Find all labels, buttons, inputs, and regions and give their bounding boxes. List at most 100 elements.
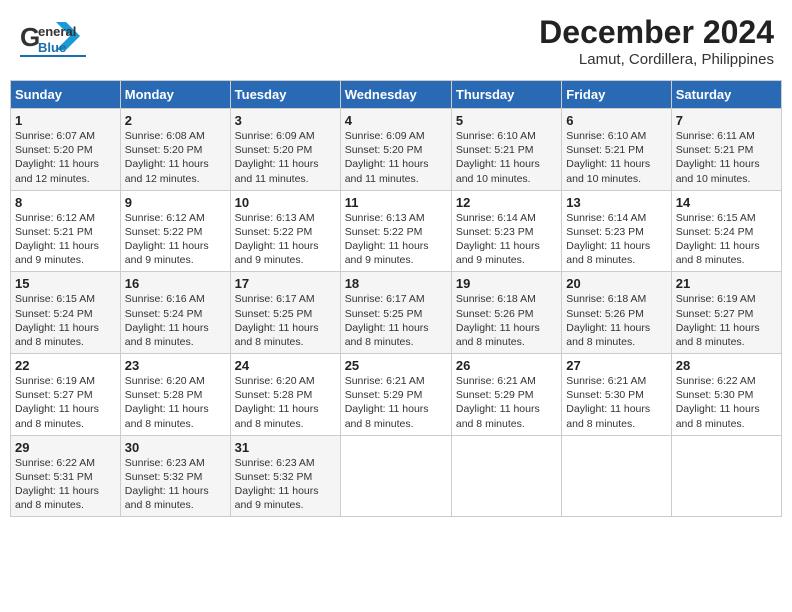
day-number: 20 (566, 276, 666, 291)
day-info: Sunrise: 6:10 AM Sunset: 5:21 PM Dayligh… (566, 129, 666, 186)
title-block: December 2024 Lamut, Cordillera, Philipp… (539, 14, 774, 68)
day-number: 31 (235, 440, 336, 455)
calendar-cell: 21Sunrise: 6:19 AM Sunset: 5:27 PM Dayli… (671, 272, 781, 354)
svg-text:Blue: Blue (38, 40, 66, 55)
calendar-cell: 23Sunrise: 6:20 AM Sunset: 5:28 PM Dayli… (120, 354, 230, 436)
day-number: 12 (456, 195, 557, 210)
day-info: Sunrise: 6:21 AM Sunset: 5:29 PM Dayligh… (345, 374, 447, 431)
day-number: 21 (676, 276, 777, 291)
calendar-cell: 22Sunrise: 6:19 AM Sunset: 5:27 PM Dayli… (11, 354, 121, 436)
day-info: Sunrise: 6:08 AM Sunset: 5:20 PM Dayligh… (125, 129, 226, 186)
day-number: 15 (15, 276, 116, 291)
day-number: 22 (15, 358, 116, 373)
calendar-cell: 1Sunrise: 6:07 AM Sunset: 5:20 PM Daylig… (11, 109, 121, 191)
calendar-week-1: 1Sunrise: 6:07 AM Sunset: 5:20 PM Daylig… (11, 109, 782, 191)
calendar-header: SundayMondayTuesdayWednesdayThursdayFrid… (11, 81, 782, 109)
day-info: Sunrise: 6:23 AM Sunset: 5:32 PM Dayligh… (125, 456, 226, 513)
calendar-body: 1Sunrise: 6:07 AM Sunset: 5:20 PM Daylig… (11, 109, 782, 517)
calendar-week-3: 15Sunrise: 6:15 AM Sunset: 5:24 PM Dayli… (11, 272, 782, 354)
day-info: Sunrise: 6:17 AM Sunset: 5:25 PM Dayligh… (235, 292, 336, 349)
day-number: 27 (566, 358, 666, 373)
calendar-cell: 4Sunrise: 6:09 AM Sunset: 5:20 PM Daylig… (340, 109, 451, 191)
day-info: Sunrise: 6:10 AM Sunset: 5:21 PM Dayligh… (456, 129, 557, 186)
calendar-cell: 20Sunrise: 6:18 AM Sunset: 5:26 PM Dayli… (562, 272, 671, 354)
day-number: 8 (15, 195, 116, 210)
day-info: Sunrise: 6:09 AM Sunset: 5:20 PM Dayligh… (235, 129, 336, 186)
calendar-cell (451, 435, 561, 517)
day-info: Sunrise: 6:11 AM Sunset: 5:21 PM Dayligh… (676, 129, 777, 186)
day-number: 2 (125, 113, 226, 128)
day-number: 1 (15, 113, 116, 128)
calendar-cell: 31Sunrise: 6:23 AM Sunset: 5:32 PM Dayli… (230, 435, 340, 517)
day-number: 6 (566, 113, 666, 128)
day-info: Sunrise: 6:13 AM Sunset: 5:22 PM Dayligh… (235, 211, 336, 268)
calendar-cell (562, 435, 671, 517)
day-info: Sunrise: 6:12 AM Sunset: 5:22 PM Dayligh… (125, 211, 226, 268)
day-info: Sunrise: 6:15 AM Sunset: 5:24 PM Dayligh… (676, 211, 777, 268)
calendar-cell: 16Sunrise: 6:16 AM Sunset: 5:24 PM Dayli… (120, 272, 230, 354)
day-number: 26 (456, 358, 557, 373)
calendar-location: Lamut, Cordillera, Philippines (539, 51, 774, 68)
day-info: Sunrise: 6:22 AM Sunset: 5:30 PM Dayligh… (676, 374, 777, 431)
day-number: 23 (125, 358, 226, 373)
calendar-cell: 8Sunrise: 6:12 AM Sunset: 5:21 PM Daylig… (11, 190, 121, 272)
day-info: Sunrise: 6:07 AM Sunset: 5:20 PM Dayligh… (15, 129, 116, 186)
calendar-cell: 14Sunrise: 6:15 AM Sunset: 5:24 PM Dayli… (671, 190, 781, 272)
calendar-table: SundayMondayTuesdayWednesdayThursdayFrid… (10, 80, 782, 517)
calendar-cell: 3Sunrise: 6:09 AM Sunset: 5:20 PM Daylig… (230, 109, 340, 191)
day-number: 16 (125, 276, 226, 291)
day-number: 3 (235, 113, 336, 128)
day-info: Sunrise: 6:19 AM Sunset: 5:27 PM Dayligh… (676, 292, 777, 349)
day-info: Sunrise: 6:14 AM Sunset: 5:23 PM Dayligh… (566, 211, 666, 268)
day-number: 29 (15, 440, 116, 455)
calendar-cell: 11Sunrise: 6:13 AM Sunset: 5:22 PM Dayli… (340, 190, 451, 272)
calendar-cell (671, 435, 781, 517)
day-info: Sunrise: 6:17 AM Sunset: 5:25 PM Dayligh… (345, 292, 447, 349)
calendar-cell: 7Sunrise: 6:11 AM Sunset: 5:21 PM Daylig… (671, 109, 781, 191)
day-info: Sunrise: 6:16 AM Sunset: 5:24 PM Dayligh… (125, 292, 226, 349)
day-number: 24 (235, 358, 336, 373)
day-info: Sunrise: 6:23 AM Sunset: 5:32 PM Dayligh… (235, 456, 336, 513)
calendar-cell (340, 435, 451, 517)
column-header-sunday: Sunday (11, 81, 121, 109)
calendar-cell: 13Sunrise: 6:14 AM Sunset: 5:23 PM Dayli… (562, 190, 671, 272)
day-number: 4 (345, 113, 447, 128)
calendar-cell: 30Sunrise: 6:23 AM Sunset: 5:32 PM Dayli… (120, 435, 230, 517)
calendar-cell: 24Sunrise: 6:20 AM Sunset: 5:28 PM Dayli… (230, 354, 340, 436)
page-header: G eneral Blue December 2024 Lamut, Cordi… (10, 10, 782, 72)
day-info: Sunrise: 6:20 AM Sunset: 5:28 PM Dayligh… (125, 374, 226, 431)
calendar-title: December 2024 (539, 14, 774, 51)
calendar-cell: 12Sunrise: 6:14 AM Sunset: 5:23 PM Dayli… (451, 190, 561, 272)
calendar-cell: 2Sunrise: 6:08 AM Sunset: 5:20 PM Daylig… (120, 109, 230, 191)
calendar-cell: 29Sunrise: 6:22 AM Sunset: 5:31 PM Dayli… (11, 435, 121, 517)
svg-text:eneral: eneral (38, 24, 76, 39)
day-number: 14 (676, 195, 777, 210)
day-number: 9 (125, 195, 226, 210)
day-number: 10 (235, 195, 336, 210)
day-number: 13 (566, 195, 666, 210)
calendar-week-5: 29Sunrise: 6:22 AM Sunset: 5:31 PM Dayli… (11, 435, 782, 517)
column-header-thursday: Thursday (451, 81, 561, 109)
column-header-monday: Monday (120, 81, 230, 109)
day-number: 18 (345, 276, 447, 291)
calendar-cell: 9Sunrise: 6:12 AM Sunset: 5:22 PM Daylig… (120, 190, 230, 272)
day-number: 25 (345, 358, 447, 373)
day-info: Sunrise: 6:14 AM Sunset: 5:23 PM Dayligh… (456, 211, 557, 268)
calendar-week-4: 22Sunrise: 6:19 AM Sunset: 5:27 PM Dayli… (11, 354, 782, 436)
day-number: 30 (125, 440, 226, 455)
day-info: Sunrise: 6:12 AM Sunset: 5:21 PM Dayligh… (15, 211, 116, 268)
day-info: Sunrise: 6:18 AM Sunset: 5:26 PM Dayligh… (566, 292, 666, 349)
calendar-cell: 17Sunrise: 6:17 AM Sunset: 5:25 PM Dayli… (230, 272, 340, 354)
column-header-friday: Friday (562, 81, 671, 109)
calendar-cell: 27Sunrise: 6:21 AM Sunset: 5:30 PM Dayli… (562, 354, 671, 436)
calendar-cell: 28Sunrise: 6:22 AM Sunset: 5:30 PM Dayli… (671, 354, 781, 436)
calendar-cell: 26Sunrise: 6:21 AM Sunset: 5:29 PM Dayli… (451, 354, 561, 436)
day-number: 7 (676, 113, 777, 128)
logo: G eneral Blue (18, 14, 88, 64)
day-info: Sunrise: 6:22 AM Sunset: 5:31 PM Dayligh… (15, 456, 116, 513)
column-header-tuesday: Tuesday (230, 81, 340, 109)
calendar-cell: 15Sunrise: 6:15 AM Sunset: 5:24 PM Dayli… (11, 272, 121, 354)
calendar-cell: 10Sunrise: 6:13 AM Sunset: 5:22 PM Dayli… (230, 190, 340, 272)
day-info: Sunrise: 6:18 AM Sunset: 5:26 PM Dayligh… (456, 292, 557, 349)
calendar-week-2: 8Sunrise: 6:12 AM Sunset: 5:21 PM Daylig… (11, 190, 782, 272)
